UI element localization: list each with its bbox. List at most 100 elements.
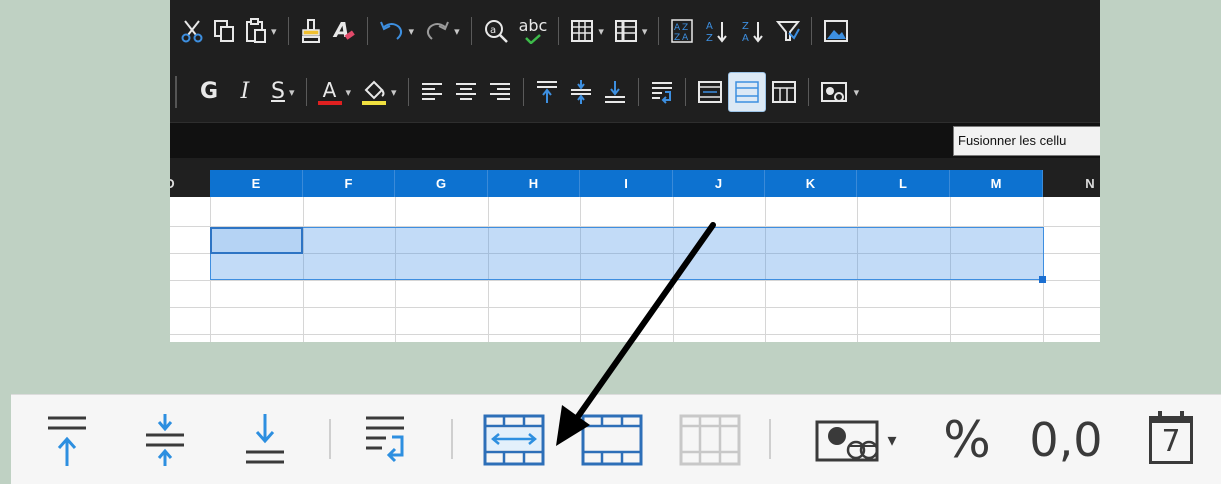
font-color-button[interactable]: A ▾ [313, 72, 357, 112]
merge-center-icon [697, 81, 722, 103]
clear-format-icon: A [332, 19, 355, 42]
zoom-wrap-text-button[interactable] [357, 407, 417, 473]
zoom-decimal-format-button[interactable]: 0,0 [1021, 407, 1111, 473]
zoom-merge-cells-button[interactable] [577, 407, 647, 473]
paste-dropdown[interactable]: ▾ [271, 25, 277, 38]
align-middle-button[interactable] [564, 72, 598, 112]
column-header-i[interactable]: I [580, 170, 673, 197]
unmerge-cells-icon [679, 414, 741, 466]
copy-icon [214, 20, 234, 42]
column-header-n[interactable]: N [1075, 170, 1100, 197]
merge-cells-icon [581, 414, 643, 466]
underline-button[interactable]: S ▾ [266, 72, 300, 112]
column-header-partial[interactable]: D [170, 170, 176, 197]
italic-button[interactable]: I [230, 72, 260, 112]
underline-dropdown[interactable]: ▾ [289, 86, 295, 99]
sort-descending-button[interactable]: ZA [735, 11, 771, 51]
align-right-icon [489, 83, 510, 100]
zoom-align-bottom-button[interactable] [237, 407, 293, 473]
align-center-button[interactable] [449, 72, 483, 112]
toolbar-separator [470, 17, 472, 45]
sort-descending-icon: ZA [742, 21, 764, 44]
toolbar-separator [769, 419, 771, 459]
toolbar-separator [305, 78, 307, 106]
column-header-m[interactable]: M [950, 170, 1043, 197]
background-color-button[interactable]: ▾ [356, 72, 402, 112]
column-header-k[interactable]: K [765, 170, 857, 197]
svg-text:Z: Z [674, 33, 680, 43]
number-format-currency-button[interactable]: ▾ [815, 72, 865, 112]
background-color-dropdown[interactable]: ▾ [391, 86, 397, 99]
redo-dropdown[interactable]: ▾ [454, 25, 460, 38]
scissors-icon [181, 20, 203, 43]
row-icon [571, 20, 594, 42]
insert-image-button[interactable] [818, 11, 854, 51]
toolbar-separator [366, 17, 368, 45]
filter-icon [776, 21, 801, 41]
redo-button[interactable]: ▾ [419, 11, 465, 51]
paste-button[interactable]: ▾ [240, 11, 282, 51]
align-right-button[interactable] [483, 72, 517, 112]
grid-row-line [170, 307, 1100, 308]
cell-selection-range[interactable] [210, 227, 1044, 280]
column-button[interactable]: ▾ [609, 11, 653, 51]
zoom-align-top-button[interactable] [39, 407, 95, 473]
merge-center-button[interactable] [692, 72, 728, 112]
svg-text:a: a [490, 25, 496, 36]
zoom-unmerge-cells-button[interactable] [675, 407, 745, 473]
align-left-button[interactable] [415, 72, 449, 112]
zoom-align-middle-button[interactable] [137, 407, 193, 473]
column-dropdown[interactable]: ▾ [642, 25, 648, 38]
clear-formatting-button[interactable]: A [327, 11, 361, 51]
copy-button[interactable] [208, 11, 240, 51]
sort-button[interactable]: AZZA [665, 11, 699, 51]
zoom-merge-center-button[interactable] [479, 407, 549, 473]
column-header-e[interactable]: E [210, 170, 303, 197]
zoom-currency-dropdown[interactable]: ▾ [887, 430, 896, 451]
undo-button[interactable]: ▾ [374, 11, 420, 51]
toolbar-separator [407, 78, 409, 106]
column-header-h[interactable]: H [488, 170, 580, 197]
autofilter-button[interactable] [771, 11, 805, 51]
bold-button[interactable]: G [194, 72, 224, 112]
sort-ascending-button[interactable]: AZ [699, 11, 735, 51]
currency-dropdown[interactable]: ▾ [854, 86, 860, 99]
calendar-ring [1158, 411, 1162, 420]
row-dropdown[interactable]: ▾ [598, 25, 604, 38]
fill-handle[interactable] [1039, 276, 1046, 283]
align-top-icon [48, 416, 86, 466]
clone-formatting-button[interactable] [295, 11, 327, 51]
zoomed-toolbar: ▾ % 0,0 7 [11, 394, 1221, 484]
align-left-icon [421, 83, 442, 100]
align-bottom-button[interactable] [598, 72, 632, 112]
unmerge-cells-icon [771, 81, 796, 103]
align-top-button[interactable] [530, 72, 564, 112]
zoom-date-format-button[interactable]: 7 [1141, 407, 1201, 473]
column-header-g[interactable]: G [395, 170, 488, 197]
font-color-dropdown[interactable]: ▾ [346, 86, 352, 99]
grid-row-line [170, 334, 1100, 335]
merge-cells-button[interactable] [727, 72, 766, 112]
wrap-text-button[interactable] [645, 72, 679, 112]
undo-dropdown[interactable]: ▾ [409, 25, 415, 38]
spellcheck-button[interactable]: abc [514, 11, 553, 51]
spreadsheet-grid[interactable] [170, 197, 1100, 342]
zoom-currency-format-button[interactable]: ▾ [795, 407, 915, 473]
unmerge-cells-button[interactable] [766, 72, 802, 112]
grid-row-line [170, 280, 1100, 281]
toolbar-separator [811, 17, 813, 45]
column-header-l[interactable]: L [857, 170, 950, 197]
find-replace-button[interactable]: a [478, 11, 514, 51]
active-cell[interactable] [210, 227, 303, 254]
svg-text:Z: Z [706, 33, 713, 44]
spellcheck-label: abc [518, 16, 548, 35]
merge-cells-tooltip: Fusionner les cellu [953, 126, 1100, 156]
column-icon [614, 20, 637, 42]
row-button[interactable]: ▾ [565, 11, 609, 51]
column-header-f[interactable]: F [303, 170, 395, 197]
column-header-j[interactable]: J [673, 170, 765, 197]
font-color-swatch [317, 100, 342, 105]
toolbar-separator [658, 17, 660, 45]
cut-button[interactable] [176, 11, 208, 51]
zoom-percent-format-button[interactable]: % [937, 407, 997, 473]
